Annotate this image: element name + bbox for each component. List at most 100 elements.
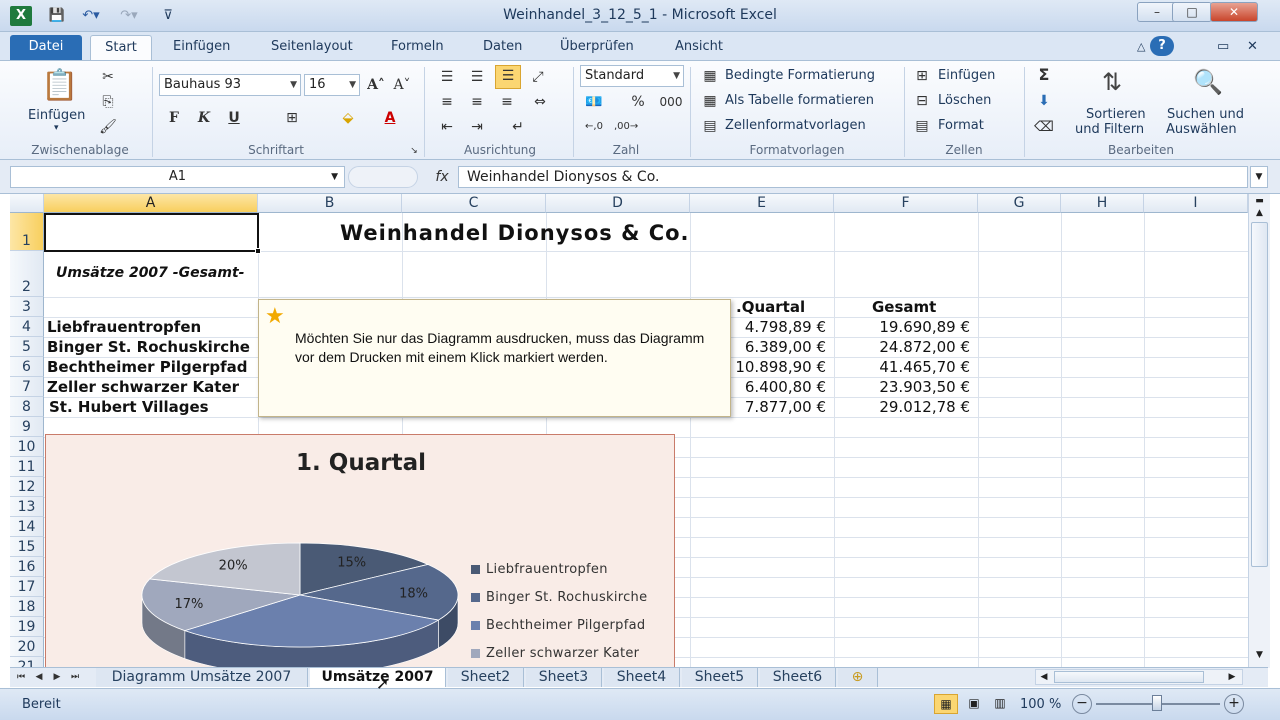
- row-header[interactable]: 4: [10, 317, 44, 337]
- header-gesamt-cell[interactable]: Gesamt: [872, 298, 936, 316]
- tab-daten[interactable]: Daten: [473, 35, 532, 60]
- tab-datei[interactable]: Datei: [10, 35, 82, 60]
- minimize-button[interactable]: –: [1137, 2, 1177, 22]
- header-quartal-cell[interactable]: .Quartal: [736, 298, 805, 316]
- pie-chart-plot[interactable]: 15%18%30%17%20%: [46, 435, 675, 668]
- vertical-scrollbar[interactable]: ▬ ▲ ▼: [1248, 194, 1270, 668]
- font-size-select[interactable]: 16 ▼: [304, 74, 360, 96]
- gesamt-value-cell[interactable]: 24.872,00 €: [844, 338, 970, 356]
- sheet-tab[interactable]: Sheet5: [682, 668, 758, 687]
- insert-function-button[interactable]: fx: [430, 166, 454, 188]
- pie-data-label[interactable]: 15%: [337, 556, 366, 571]
- tab-ansicht[interactable]: Ansicht: [665, 35, 733, 60]
- align-center-icon[interactable]: ≡: [467, 92, 487, 112]
- paste-label[interactable]: Einfügen: [28, 108, 85, 123]
- fill-handle[interactable]: [255, 248, 261, 254]
- thousands-button[interactable]: 000: [656, 92, 686, 112]
- find-select-label-2[interactable]: Auswählen: [1166, 122, 1237, 137]
- sheet-tab[interactable]: Sheet2: [448, 668, 524, 687]
- row-header[interactable]: 15: [10, 537, 44, 557]
- row-header[interactable]: 2: [10, 251, 44, 297]
- conditional-formatting-button[interactable]: Bedingte Formatierung: [725, 68, 875, 83]
- row-header[interactable]: 5: [10, 337, 44, 357]
- cell-styles-button[interactable]: Zellenformatvorlagen: [725, 118, 866, 133]
- row-header[interactable]: 6: [10, 357, 44, 377]
- pie-data-label[interactable]: 17%: [175, 597, 204, 612]
- format-as-table-button[interactable]: Als Tabelle formatieren: [725, 93, 874, 108]
- pie-chart[interactable]: 1. Quartal 15%18%30%17%20% Liebfrauentro…: [45, 434, 675, 668]
- clear-icon[interactable]: ⌫: [1034, 117, 1054, 137]
- horizontal-scroll-thumb[interactable]: [1054, 671, 1204, 683]
- currency-icon[interactable]: 💶: [584, 92, 604, 112]
- maximize-button[interactable]: □: [1172, 2, 1212, 22]
- legend-item[interactable]: Zeller schwarzer Kater: [471, 646, 639, 661]
- decrease-indent-icon[interactable]: ⇤: [437, 117, 457, 137]
- format-as-table-icon[interactable]: ▦: [700, 91, 720, 111]
- row-header[interactable]: 8: [10, 397, 44, 417]
- row-header[interactable]: 9: [10, 417, 44, 437]
- product-name-cell[interactable]: Liebfrauentropfen: [47, 318, 201, 336]
- column-header-a[interactable]: A: [44, 194, 258, 213]
- font-name-select[interactable]: Bauhaus 93 ▼: [159, 74, 301, 96]
- sort-filter-label-1[interactable]: Sortieren: [1086, 107, 1146, 122]
- scroll-up-icon[interactable]: ▲: [1251, 208, 1268, 220]
- paste-icon[interactable]: 📋: [40, 67, 80, 105]
- scroll-right-icon[interactable]: ▶: [1226, 670, 1238, 684]
- sheet-tab[interactable]: Sheet6: [760, 668, 836, 687]
- product-name-cell[interactable]: Binger St. Rochuskirche: [47, 338, 250, 356]
- name-box[interactable]: A1 ▼: [10, 166, 345, 188]
- align-right-icon[interactable]: ≡: [497, 92, 517, 112]
- column-header-d[interactable]: D: [546, 194, 690, 213]
- fill-icon[interactable]: ⬇: [1034, 91, 1054, 111]
- gesamt-value-cell[interactable]: 19.690,89 €: [844, 318, 970, 336]
- paste-dropdown-icon[interactable]: ▾: [54, 123, 59, 133]
- align-top-icon[interactable]: ☰: [437, 67, 457, 87]
- italic-button[interactable]: K: [194, 108, 214, 128]
- insert-cells-button[interactable]: Einfügen: [938, 68, 995, 83]
- merge-center-icon[interactable]: ⇔: [530, 92, 550, 112]
- gesamt-value-cell[interactable]: 23.903,50 €: [844, 378, 970, 396]
- scroll-down-icon[interactable]: ▼: [1251, 650, 1268, 662]
- find-select-label-1[interactable]: Suchen und: [1167, 107, 1244, 122]
- product-name-cell[interactable]: Bechtheimer Pilgerpfad: [47, 358, 247, 376]
- close-workbook-icon[interactable]: ✕: [1237, 35, 1268, 60]
- prev-sheet-icon[interactable]: ◀: [32, 670, 46, 684]
- conditional-formatting-icon[interactable]: ▦: [700, 66, 720, 86]
- row-header[interactable]: 12: [10, 477, 44, 497]
- row-header[interactable]: 14: [10, 517, 44, 537]
- last-sheet-icon[interactable]: ⏭: [68, 670, 82, 684]
- shrink-font-icon[interactable]: A˅: [392, 75, 412, 95]
- row-header[interactable]: 7: [10, 377, 44, 397]
- pie-data-label[interactable]: 20%: [219, 559, 248, 574]
- wrap-text-icon[interactable]: ↵: [508, 117, 528, 137]
- sheet-subtitle-cell[interactable]: Umsätze 2007 -Gesamt-: [56, 265, 244, 281]
- page-layout-view-icon[interactable]: ▣: [962, 694, 986, 714]
- row-header[interactable]: 16: [10, 557, 44, 577]
- product-name-cell[interactable]: St. Hubert Villages: [49, 398, 209, 416]
- font-color-icon[interactable]: A: [380, 108, 400, 128]
- page-break-view-icon[interactable]: ▥: [988, 694, 1012, 714]
- row-header[interactable]: 11: [10, 457, 44, 477]
- row-header[interactable]: 17: [10, 577, 44, 597]
- sheet-title-cell[interactable]: Weinhandel Dionysos & Co.: [340, 221, 690, 245]
- legend-item[interactable]: Bechtheimer Pilgerpfad: [471, 618, 645, 633]
- align-middle-icon[interactable]: ☰: [467, 67, 487, 87]
- delete-cells-button[interactable]: Löschen: [938, 93, 991, 108]
- product-name-cell[interactable]: Zeller schwarzer Kater: [47, 378, 239, 396]
- normal-view-icon[interactable]: ▦: [934, 694, 958, 714]
- row-header[interactable]: 19: [10, 617, 44, 637]
- next-sheet-icon[interactable]: ▶: [50, 670, 64, 684]
- column-header-f[interactable]: F: [834, 194, 978, 213]
- zoom-level[interactable]: 100 %: [1020, 697, 1061, 712]
- formula-input[interactable]: Weinhandel Dionysos & Co.: [458, 166, 1248, 188]
- tab-start[interactable]: Start: [90, 35, 152, 60]
- row-header[interactable]: 1: [10, 213, 44, 251]
- close-button[interactable]: ✕: [1210, 2, 1258, 22]
- gesamt-value-cell[interactable]: 41.465,70 €: [844, 358, 970, 376]
- zoom-in-icon[interactable]: +: [1224, 694, 1244, 714]
- column-header-g[interactable]: G: [978, 194, 1061, 213]
- legend-item[interactable]: Liebfrauentropfen: [471, 562, 608, 577]
- zoom-out-icon[interactable]: −: [1072, 694, 1092, 714]
- row-header[interactable]: 3: [10, 297, 44, 317]
- vertical-scroll-thumb[interactable]: [1251, 222, 1268, 567]
